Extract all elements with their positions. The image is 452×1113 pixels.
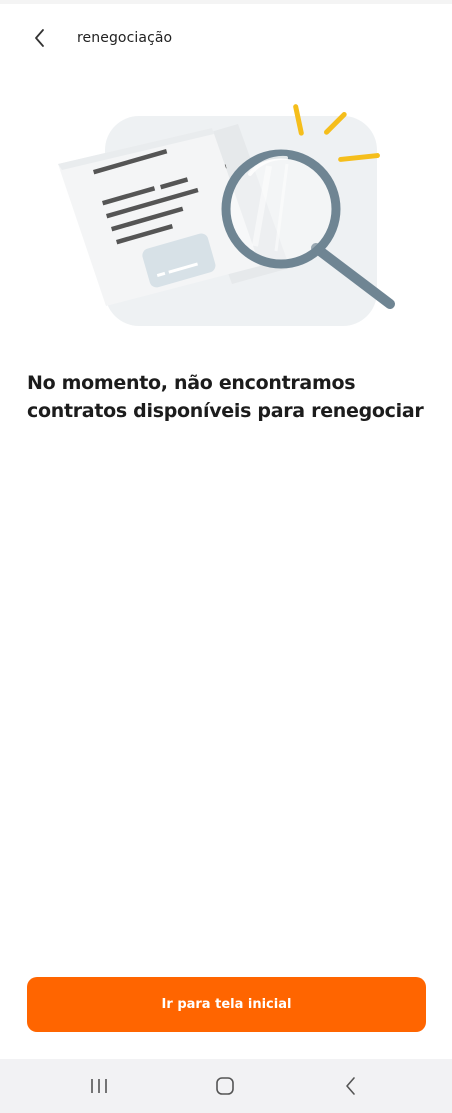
system-back-button[interactable] — [331, 1071, 371, 1101]
back-button[interactable] — [24, 22, 56, 54]
home-icon — [216, 1077, 234, 1095]
recents-icon — [91, 1079, 107, 1093]
chevron-left-icon — [35, 29, 44, 47]
page-title: renegociação — [77, 30, 173, 46]
document-magnifier-illustration — [50, 96, 400, 336]
home-button[interactable] — [205, 1071, 245, 1101]
system-navigation-bar — [0, 1059, 452, 1113]
go-home-button[interactable]: Ir para tela inicial — [27, 977, 426, 1032]
app-header: renegociação — [0, 4, 452, 68]
back-icon — [346, 1077, 355, 1095]
empty-state-message: No momento, não encontramos contratos di… — [27, 372, 424, 422]
recents-button[interactable] — [79, 1071, 119, 1101]
